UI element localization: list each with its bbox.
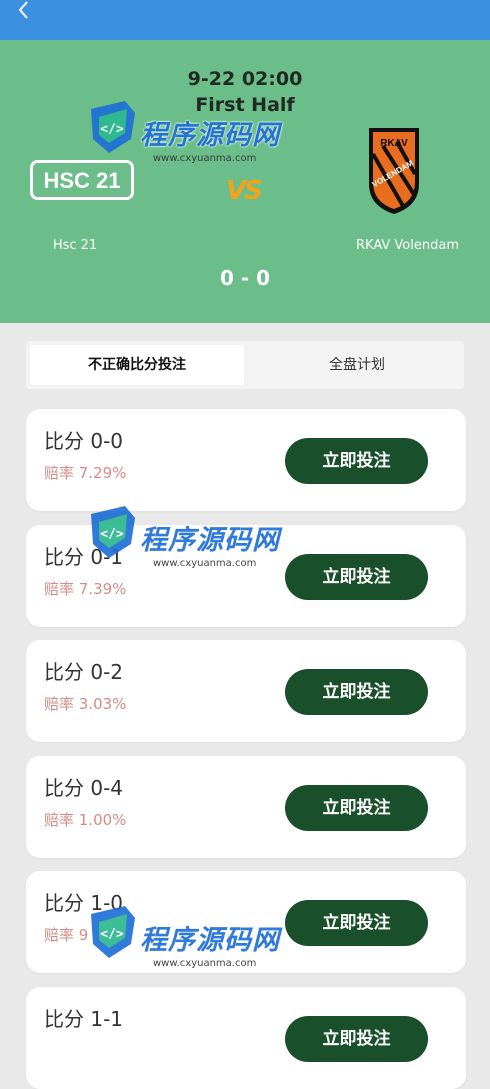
bet-now-button[interactable]: 立即投注 [285, 438, 428, 484]
bet-card: 比分 0-4 赔率 1.00% 立即投注 [26, 756, 466, 858]
odds-text: 赔率 7.29% [44, 464, 127, 482]
match-time: 9-22 02:00 [187, 68, 303, 90]
tab-full-plan[interactable]: 全盘计划 [250, 345, 464, 385]
bet-now-button[interactable]: 立即投注 [285, 554, 428, 600]
watermark-text: 程序源码网 [140, 120, 280, 151]
bet-card: 比分 0-2 赔率 3.03% 立即投注 [26, 640, 466, 742]
bet-now-button[interactable]: 立即投注 [285, 1016, 428, 1062]
odds-text: 赔率 9 [44, 926, 89, 944]
top-bar [0, 0, 490, 40]
odds-text: 赔率 1.00% [44, 811, 127, 829]
away-logo-text-top: RKAV [380, 138, 408, 149]
watermark-url: www.cxyuanma.com [153, 958, 257, 969]
match-score: 0 - 0 [219, 266, 271, 290]
watermark: </> 程序源码网 www.cxyuanma.com [85, 500, 300, 595]
away-team-name: RKAV Volendam [356, 238, 459, 253]
bet-card: 比分 1-1 立即投注 [26, 987, 466, 1089]
odds-text: 赔率 3.03% [44, 695, 127, 713]
chevron-left-icon[interactable] [14, 0, 34, 20]
score-title: 比分 0-2 [44, 660, 124, 684]
svg-text:</>: </> [100, 122, 124, 137]
watermark: </> 程序源码网 www.cxyuanma.com [85, 95, 300, 190]
score-title: 比分 0-0 [44, 429, 124, 453]
watermark-text: 程序源码网 [140, 925, 280, 956]
bet-card: 比分 0-0 赔率 7.29% 立即投注 [26, 409, 466, 511]
score-title: 比分 1-1 [44, 1007, 124, 1031]
bet-now-button[interactable]: 立即投注 [285, 900, 428, 946]
away-team-logo: RKAV VOLENDAM [369, 128, 419, 214]
score-title: 比分 0-4 [44, 776, 124, 800]
watermark-url: www.cxyuanma.com [153, 153, 257, 164]
watermark-text: 程序源码网 [140, 525, 280, 556]
bet-now-button[interactable]: 立即投注 [285, 669, 428, 715]
bet-now-button[interactable]: 立即投注 [285, 785, 428, 831]
home-team-name: Hsc 21 [52, 238, 98, 253]
bet-type-tabs: 不正确比分投注 全盘计划 [26, 341, 464, 389]
tab-incorrect-score[interactable]: 不正确比分投注 [30, 345, 244, 385]
svg-text:</>: </> [100, 927, 124, 942]
shield-icon: </> [91, 906, 135, 958]
watermark: </> 程序源码网 www.cxyuanma.com [85, 900, 300, 995]
watermark-url: www.cxyuanma.com [153, 558, 257, 569]
shield-icon: </> [91, 506, 135, 558]
svg-text:</>: </> [100, 527, 124, 542]
shield-icon: </> [91, 101, 135, 153]
